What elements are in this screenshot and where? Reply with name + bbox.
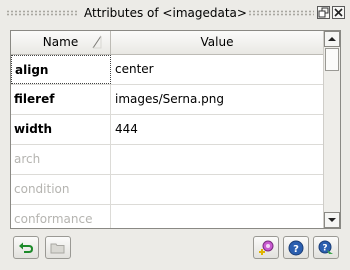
column-header-name-label: Name	[42, 35, 79, 49]
sort-indicator-icon	[92, 35, 102, 49]
table-row[interactable]: align center	[11, 55, 323, 85]
undo-button[interactable]	[13, 236, 39, 259]
attribute-name[interactable]: align	[11, 55, 111, 84]
column-header-value[interactable]: Value	[111, 31, 323, 54]
attribute-name[interactable]: width	[11, 115, 111, 144]
drag-grip-left[interactable]	[6, 10, 78, 16]
svg-text:?: ?	[322, 244, 327, 254]
table-row[interactable]: condition	[11, 175, 323, 205]
help-icon: ?	[288, 240, 304, 256]
table-row[interactable]: fileref images/Serna.png	[11, 85, 323, 115]
scroll-up-button[interactable]	[324, 31, 340, 47]
svg-text:?: ?	[293, 244, 299, 255]
help-button[interactable]: ?	[283, 236, 309, 259]
folder-icon	[50, 243, 65, 254]
table-row[interactable]: conformance	[11, 205, 323, 228]
whats-this-icon: ?	[318, 240, 333, 254]
float-window-icon	[318, 7, 329, 18]
attribute-value[interactable]	[111, 205, 323, 228]
attribute-name[interactable]: conformance	[11, 205, 111, 228]
close-button[interactable]	[332, 6, 345, 19]
whats-this-button[interactable]: ?	[313, 236, 339, 259]
attributes-table: Name Value align center fileref images/S…	[10, 30, 341, 229]
attribute-value[interactable]: 444	[111, 115, 323, 144]
table-row[interactable]: width 444	[11, 115, 323, 145]
column-header-name[interactable]: Name	[11, 31, 111, 54]
table-body: align center fileref images/Serna.png wi…	[11, 55, 323, 228]
vertical-scrollbar[interactable]	[323, 31, 340, 228]
add-namespace-icon	[259, 240, 274, 255]
attribute-value[interactable]	[111, 175, 323, 204]
undo-icon	[19, 242, 34, 253]
table-header: Name Value	[11, 31, 323, 55]
column-header-value-label: Value	[200, 35, 234, 49]
attribute-name[interactable]: condition	[11, 175, 111, 204]
drag-grip-right[interactable]	[248, 10, 314, 16]
arrow-up-icon	[328, 37, 336, 41]
browse-folder-button[interactable]	[45, 236, 71, 259]
title-bar[interactable]: Attributes of <imagedata>	[0, 0, 350, 26]
scroll-down-button[interactable]	[324, 212, 340, 228]
close-icon	[334, 8, 343, 17]
table-row[interactable]: arch	[11, 145, 323, 175]
attribute-name[interactable]: arch	[11, 145, 111, 174]
arrow-down-icon	[328, 218, 336, 222]
attribute-value[interactable]: center	[111, 55, 323, 84]
float-window-button[interactable]	[317, 6, 330, 19]
attribute-name[interactable]: fileref	[11, 85, 111, 114]
window-title: Attributes of <imagedata>	[84, 6, 247, 20]
scrollbar-thumb[interactable]	[325, 48, 339, 71]
attribute-value[interactable]	[111, 145, 323, 174]
add-namespace-button[interactable]	[253, 236, 279, 259]
attribute-value[interactable]: images/Serna.png	[111, 85, 323, 114]
